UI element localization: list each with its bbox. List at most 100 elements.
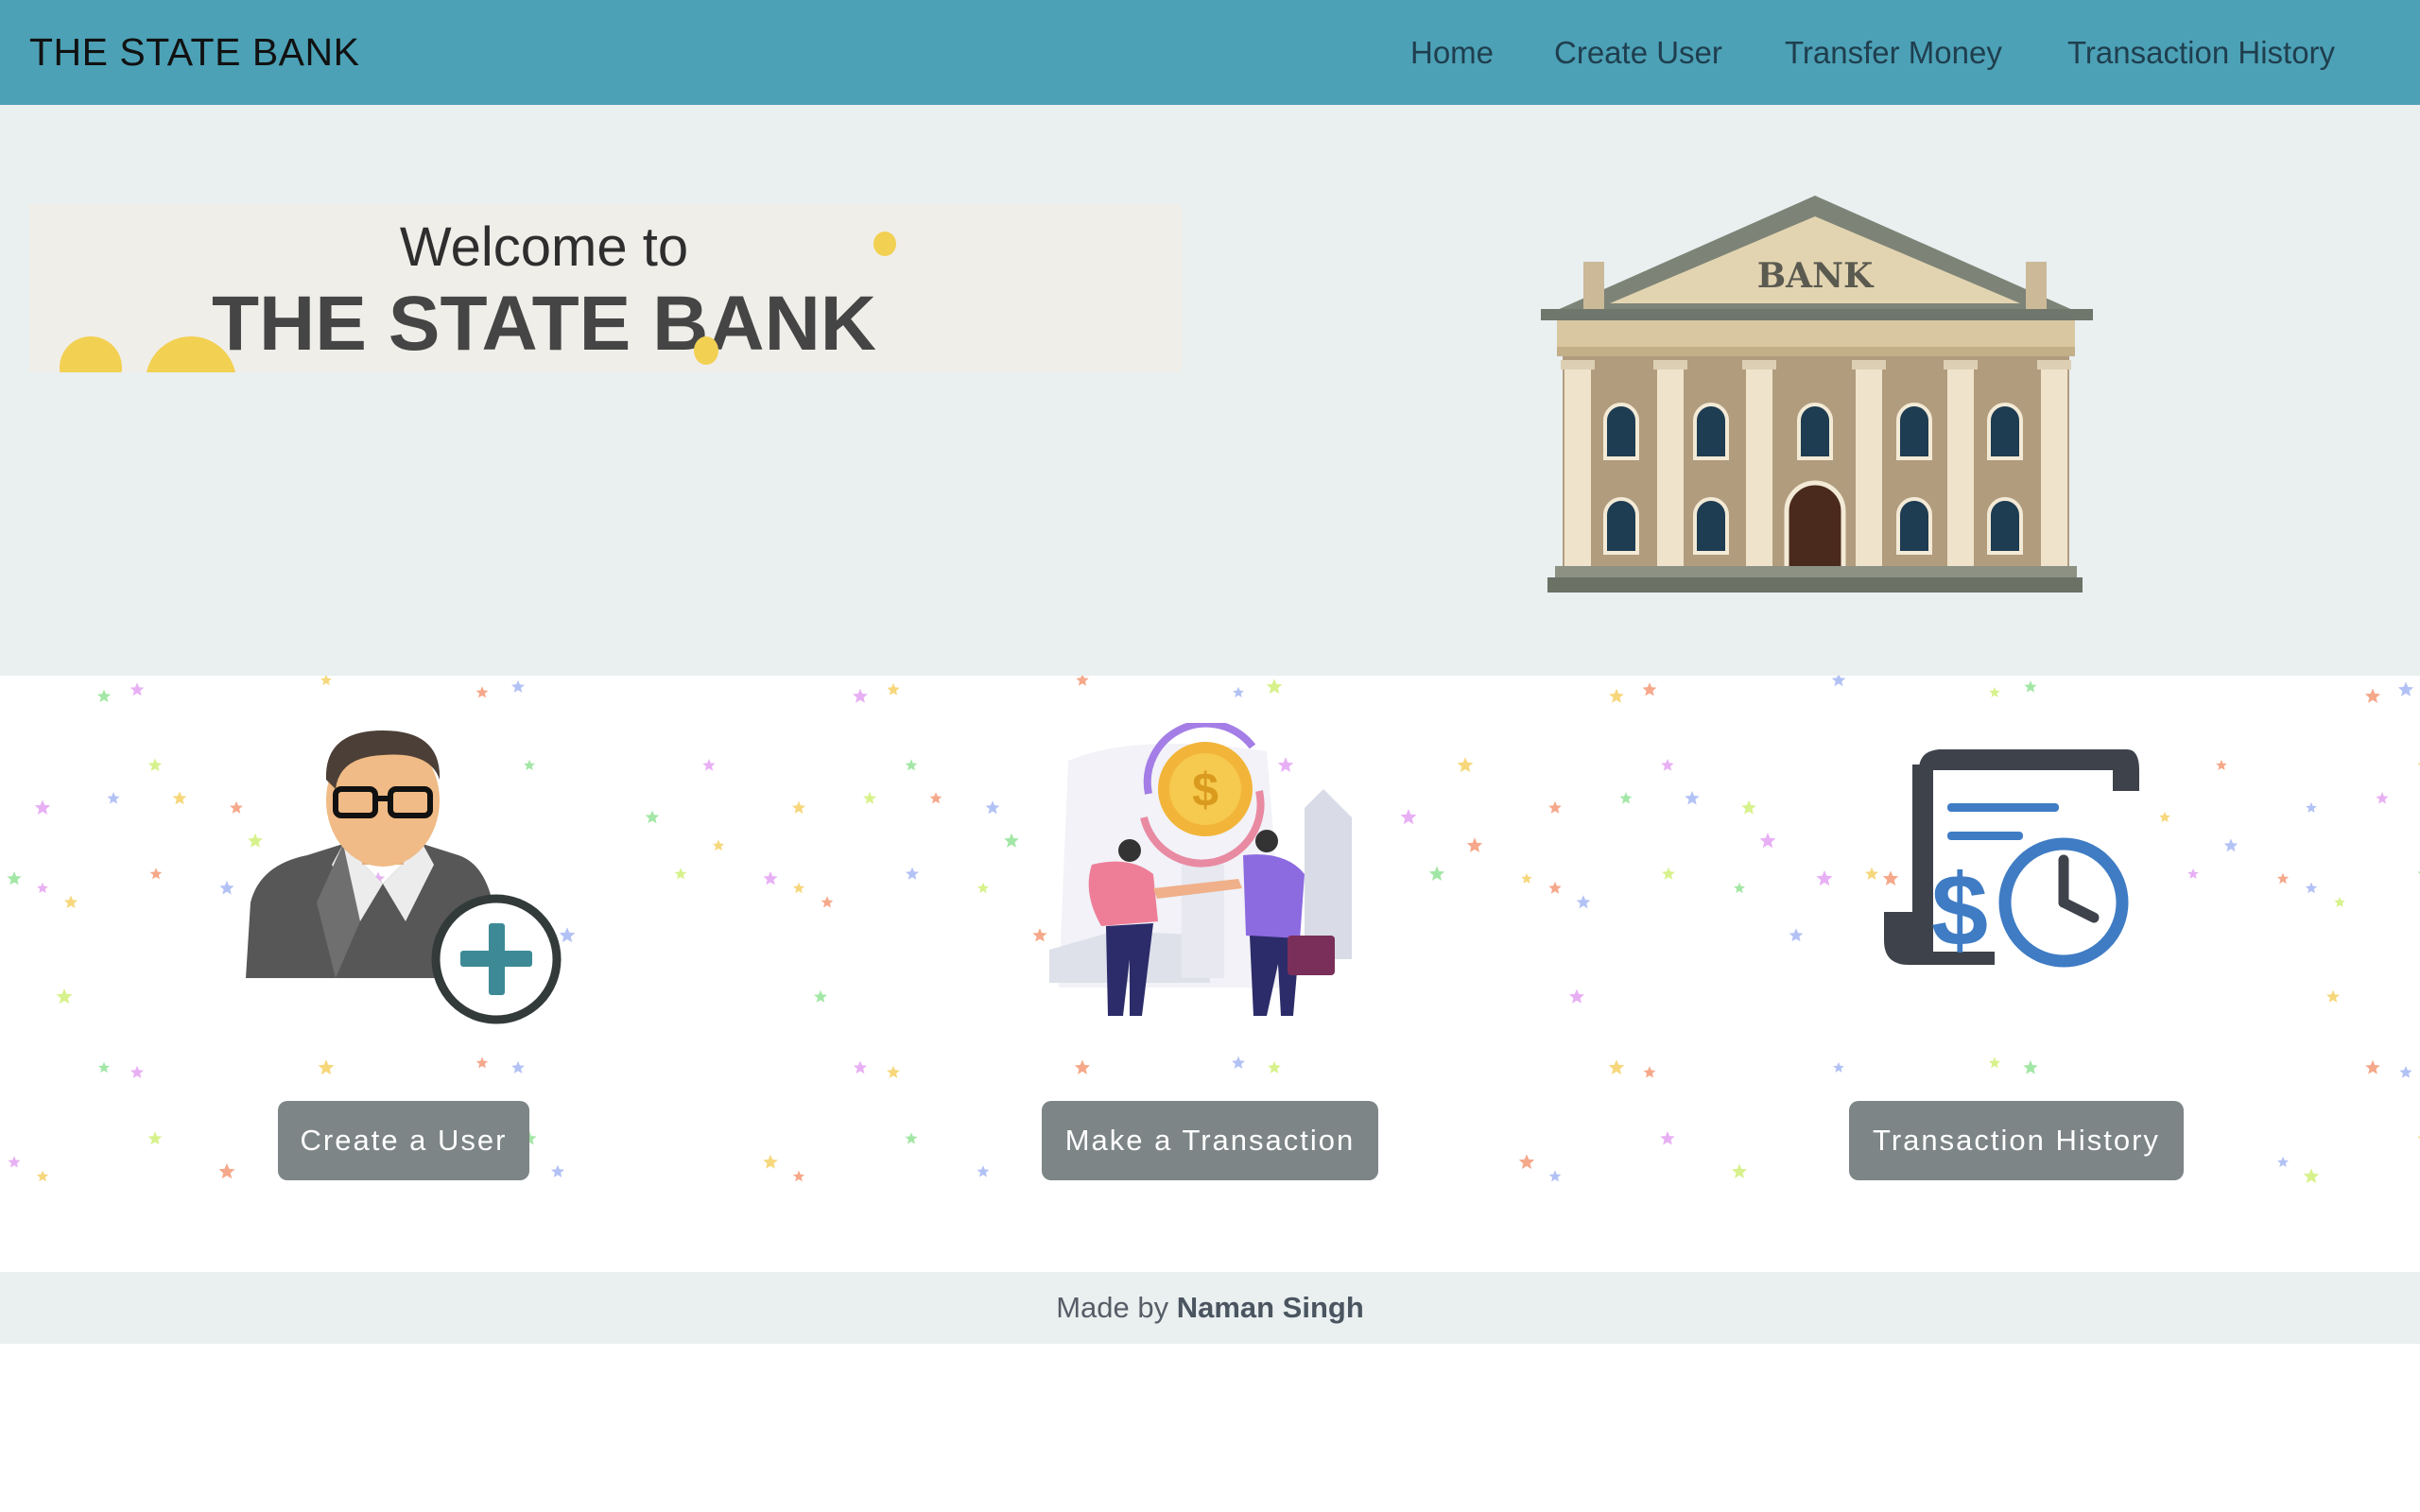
- confetti-star: [1789, 928, 1804, 942]
- svg-text:$: $: [1192, 764, 1219, 816]
- confetti-star: [96, 689, 112, 702]
- confetti-star: [1731, 1163, 1748, 1178]
- confetti-star: [475, 1057, 489, 1069]
- confetti-star: [551, 1164, 564, 1177]
- confetti-star: [107, 792, 120, 804]
- confetti-star: [172, 791, 187, 805]
- confetti-star: [2159, 811, 2170, 823]
- confetti-star: [7, 871, 22, 885]
- confetti-star: [2023, 1059, 2038, 1074]
- confetti-star: [147, 1131, 163, 1145]
- confetti-star: [130, 682, 145, 696]
- nav-home-link[interactable]: Home: [1410, 0, 1494, 105]
- handshake-transaction-icon: $: [1049, 723, 1352, 1016]
- bank-name-heading: THE STATE BANK: [211, 281, 877, 367]
- brand-logo-text[interactable]: THE STATE BANK: [29, 0, 359, 105]
- confetti-star: [475, 686, 489, 698]
- confetti-star: [1660, 1130, 1675, 1145]
- confetti-star: [2365, 1059, 2380, 1074]
- confetti-star: [1759, 833, 1776, 849]
- confetti-star: [1988, 1057, 2001, 1069]
- confetti-star: [792, 882, 805, 894]
- confetti-star: [218, 1163, 235, 1179]
- navbar: THE STATE BANK Home Create User Transfer…: [0, 0, 2420, 105]
- confetti-star: [2376, 792, 2389, 804]
- confetti-star: [1609, 688, 1624, 703]
- confetti-star: [219, 881, 234, 895]
- bank-building-illustration: BANK: [1541, 196, 2093, 593]
- confetti-star: [36, 1170, 49, 1182]
- nav-create-user-link[interactable]: Create User: [1554, 0, 1722, 105]
- confetti-star: [1833, 1061, 1844, 1073]
- make-transaction-button[interactable]: Make a Transaction: [1042, 1101, 1378, 1180]
- confetti-star: [905, 1132, 918, 1144]
- bank-sign-text: BANK: [1757, 256, 1875, 296]
- confetti-star: [1816, 870, 1833, 886]
- confetti-star: [2399, 1066, 2412, 1078]
- transaction-history-icon: $: [1884, 749, 2139, 968]
- confetti-star: [1400, 809, 1417, 825]
- transaction-history-button[interactable]: Transaction History: [1849, 1101, 2184, 1180]
- confetti-star: [702, 759, 716, 771]
- hero-section: Welcome to THE STATE BANK BANK: [0, 105, 2420, 676]
- confetti-star: [97, 1061, 111, 1074]
- nav-transfer-money-link[interactable]: Transfer Money: [1785, 0, 2002, 105]
- confetti-star: [147, 758, 163, 772]
- confetti-star: [763, 1154, 778, 1169]
- confetti-star: [1642, 682, 1657, 696]
- confetti-star: [985, 800, 1000, 815]
- confetti-star: [511, 1060, 525, 1074]
- confetti-star: [1661, 758, 1674, 771]
- create-user-button[interactable]: Create a User: [278, 1101, 529, 1180]
- confetti-star: [977, 1165, 990, 1177]
- confetti-star: [1076, 676, 1089, 686]
- confetti-star: [645, 810, 660, 824]
- confetti-star: [1457, 757, 1474, 773]
- confetti-star: [2223, 838, 2238, 852]
- confetti-star: [853, 1060, 868, 1074]
- svg-text:$: $: [1931, 852, 1988, 967]
- confetti-star: [887, 1065, 900, 1078]
- confetti-star: [1608, 1059, 1625, 1074]
- confetti-star: [1232, 1056, 1245, 1069]
- confetti-star: [511, 679, 525, 693]
- footer-author-name: Naman Singh: [1176, 1291, 1364, 1324]
- confetti-star: [1576, 895, 1591, 909]
- confetti-star: [853, 688, 868, 703]
- confetti-star: [792, 1170, 805, 1182]
- confetti-star: [1548, 1170, 1562, 1182]
- confetti-star: [863, 791, 876, 804]
- confetti-star: [905, 759, 918, 771]
- confetti-star: [2397, 681, 2414, 696]
- confetti-star: [1518, 1154, 1535, 1169]
- confetti-star: [814, 989, 827, 1003]
- confetti-star: [929, 792, 942, 804]
- confetti-star: [1004, 833, 1019, 848]
- confetti-star: [37, 882, 48, 893]
- confetti-star: [2334, 897, 2345, 907]
- confetti-star: [1643, 1066, 1656, 1078]
- confetti-star: [1466, 837, 1483, 852]
- confetti-star: [63, 895, 78, 909]
- confetti-star: [977, 882, 989, 894]
- confetti-star: [1548, 881, 1562, 894]
- confetti-star: [1548, 800, 1562, 814]
- confetti-star: [1233, 686, 1244, 697]
- confetti-star: [2306, 801, 2317, 813]
- nav-transaction-history-link[interactable]: Transaction History: [2067, 0, 2335, 105]
- confetti-star: [674, 868, 687, 880]
- confetti-star: [763, 871, 778, 885]
- confetti-star: [1428, 866, 1445, 881]
- confetti-star: [320, 676, 332, 686]
- confetti-star: [1734, 882, 1745, 894]
- add-user-icon: [246, 730, 562, 1024]
- confetti-star: [34, 799, 51, 815]
- confetti-star: [1266, 679, 1283, 695]
- confetti-star: [56, 988, 73, 1005]
- confetti-star: [821, 896, 834, 908]
- confetti-star: [2277, 1156, 2289, 1167]
- footer: Made by Naman Singh: [0, 1272, 2420, 1344]
- confetti-star: [318, 1059, 335, 1075]
- confetti-star: [1268, 1060, 1281, 1074]
- confetti-star: [792, 800, 805, 814]
